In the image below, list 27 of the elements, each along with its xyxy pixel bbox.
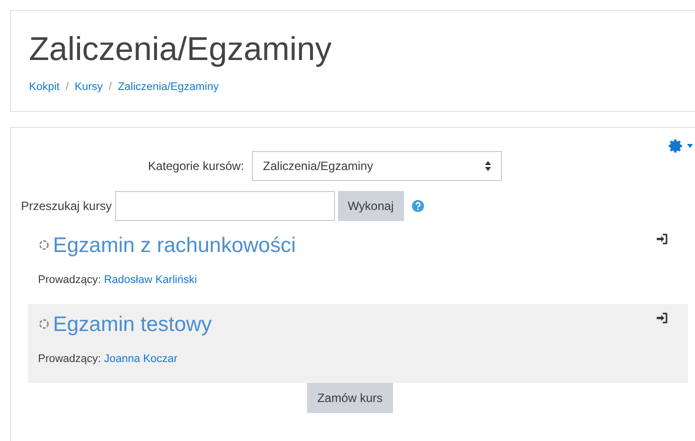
search-label: Przeszukaj kursy [21, 198, 112, 215]
breadcrumb-link[interactable]: Kokpit [29, 79, 60, 96]
teacher-label: Prowadzący: [38, 273, 101, 288]
course-title-link[interactable]: Egzamin z rachunkowości [53, 233, 296, 259]
breadcrumb-separator: / [66, 80, 69, 95]
help-icon[interactable] [412, 200, 424, 212]
settings-icon [668, 138, 684, 154]
sign-in-icon[interactable] [656, 233, 668, 245]
page-title: Zaliczenia/Egzaminy [29, 29, 333, 69]
breadcrumb-separator: / [108, 80, 112, 95]
course-title-link[interactable]: Egzamin testowy [53, 312, 212, 338]
sign-in-icon[interactable] [656, 312, 668, 324]
breadcrumb-link[interactable]: Kursy [74, 79, 103, 96]
category-select[interactable]: Zaliczenia/Egzaminy [252, 151, 502, 181]
course-icon [38, 318, 50, 330]
order-course-button[interactable]: Zamów kurs [307, 383, 393, 413]
search-button[interactable]: Wykonaj [338, 191, 404, 221]
teacher-label: Prowadzący: [38, 352, 101, 367]
search-field[interactable] [114, 191, 335, 221]
settings-menu-button[interactable] [668, 138, 693, 154]
course-icon [38, 239, 50, 251]
teacher-link[interactable]: Radosław Karliński [104, 272, 197, 288]
sort-arrows-icon [485, 161, 492, 171]
teacher-link[interactable]: Joanna Koczar [104, 351, 178, 368]
breadcrumb-link[interactable]: Zaliczenia/Egzaminy [118, 79, 219, 96]
caret-icon [687, 144, 693, 148]
category-label: Kategorie kursów: [148, 158, 244, 175]
